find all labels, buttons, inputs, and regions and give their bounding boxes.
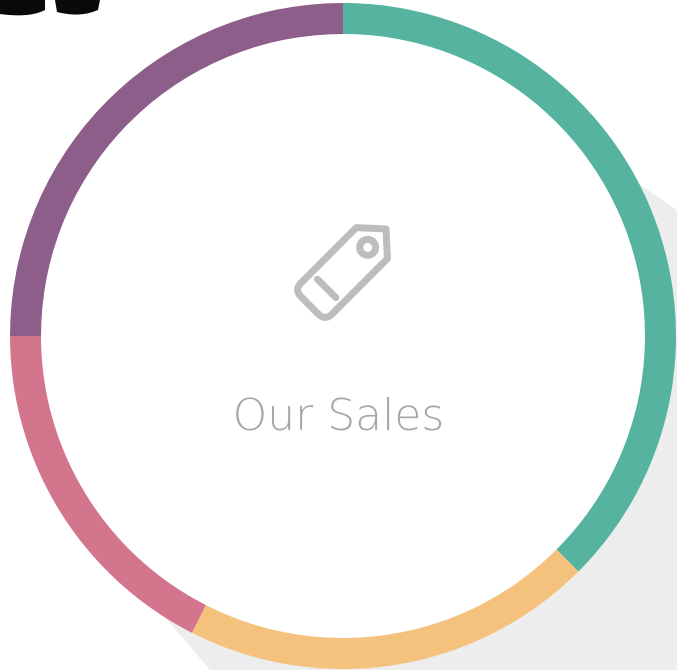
sales-donut-chart: Our Sales <box>0 0 677 670</box>
donut-svg <box>0 0 677 670</box>
glyph-right-stroke <box>55 0 100 15</box>
glyph-left-stroke <box>0 0 45 16</box>
center-label: Our Sales <box>232 390 445 441</box>
inner-disc <box>41 34 645 638</box>
corner-glyph-fragment <box>0 0 100 16</box>
